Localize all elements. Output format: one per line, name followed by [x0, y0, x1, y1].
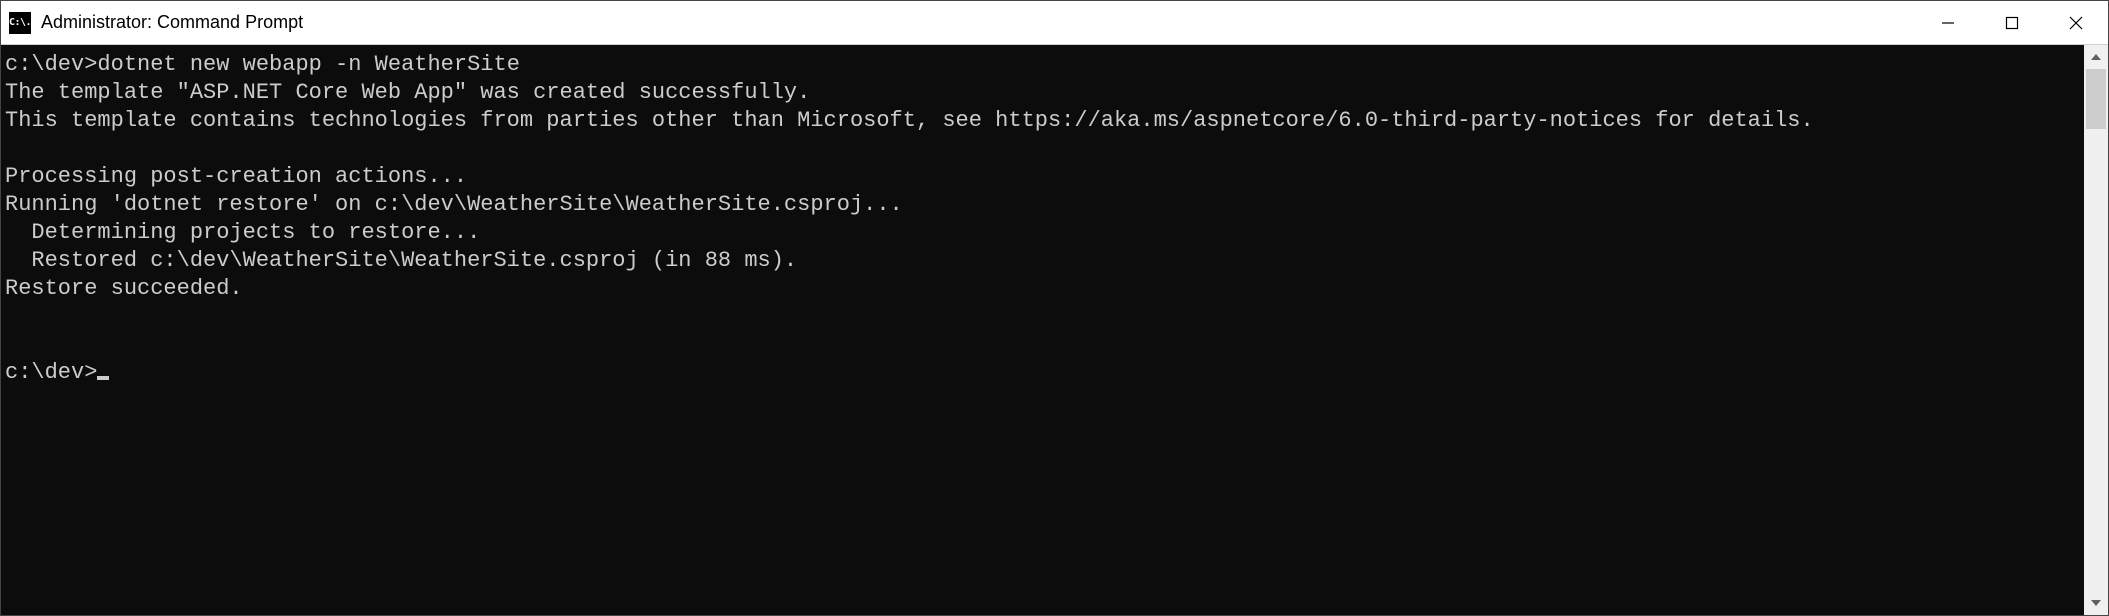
scroll-up-button[interactable] [2084, 45, 2108, 69]
close-button[interactable] [2044, 1, 2108, 44]
output-line: This template contains technologies from… [5, 108, 1814, 133]
scrollbar-thumb[interactable] [2086, 69, 2106, 129]
output-line: Processing post-creation actions... [5, 164, 467, 189]
titlebar[interactable]: C:\. Administrator: Command Prompt [1, 1, 2108, 45]
window-title: Administrator: Command Prompt [41, 12, 1916, 33]
chevron-up-icon [2091, 54, 2101, 60]
console-output[interactable]: c:\dev>dotnet new webapp -n WeatherSite … [1, 45, 2084, 615]
output-line: Restore succeeded. [5, 276, 243, 301]
output-line: Determining projects to restore... [5, 220, 480, 245]
cursor [97, 376, 109, 380]
output-line: Running 'dotnet restore' on c:\dev\Weath… [5, 192, 903, 217]
prompt: c:\dev> [5, 360, 97, 385]
cmd-icon: C:\. [9, 12, 31, 34]
scroll-down-button[interactable] [2084, 591, 2108, 615]
minimize-icon [1941, 16, 1955, 30]
command-prompt-window: C:\. Administrator: Command Prompt c:\de… [0, 0, 2109, 616]
command-text: dotnet new webapp -n WeatherSite [97, 52, 519, 77]
chevron-down-icon [2091, 600, 2101, 606]
maximize-icon [2005, 16, 2019, 30]
output-line: Restored c:\dev\WeatherSite\WeatherSite.… [5, 248, 797, 273]
prompt: c:\dev> [5, 52, 97, 77]
maximize-button[interactable] [1980, 1, 2044, 44]
vertical-scrollbar[interactable] [2084, 45, 2108, 615]
close-icon [2069, 16, 2083, 30]
output-line: The template "ASP.NET Core Web App" was … [5, 80, 810, 105]
window-controls [1916, 1, 2108, 44]
scrollbar-track[interactable] [2084, 69, 2108, 591]
minimize-button[interactable] [1916, 1, 1980, 44]
client-area: c:\dev>dotnet new webapp -n WeatherSite … [1, 45, 2108, 615]
